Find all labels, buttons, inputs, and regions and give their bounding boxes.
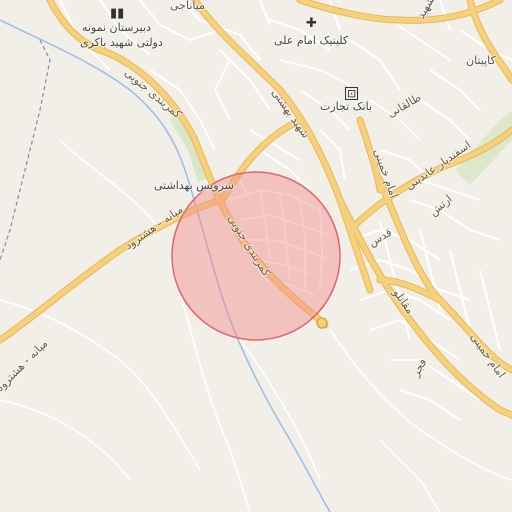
roundabout [316, 317, 328, 329]
label-mianaji: میاناجی [170, 0, 205, 12]
town-streets-east [349, 179, 501, 421]
clinic-cross-icon: ✚ [306, 16, 317, 31]
label-bank: بانک تجارت [320, 100, 372, 113]
map-view[interactable]: ▮▮ ✚ ⊡ دبیرستان نمونه دولتی شهید باکری ک… [0, 0, 512, 512]
label-health-service: سرویس بهداشتی [154, 179, 234, 192]
school-icon: ▮▮ [110, 6, 125, 21]
road-artesh [347, 127, 512, 233]
label-clinic: کلینیک امام علی [274, 34, 349, 47]
admin-boundary [0, 39, 51, 261]
label-school-line1: دبیرستان نمونه [82, 21, 151, 34]
label-capitan: کاپیتان [466, 54, 496, 67]
road-imam-khomeini [337, 197, 512, 418]
bank-icon: ⊡ [345, 87, 359, 100]
label-school-line2: دولتی شهید باکری [80, 36, 163, 49]
